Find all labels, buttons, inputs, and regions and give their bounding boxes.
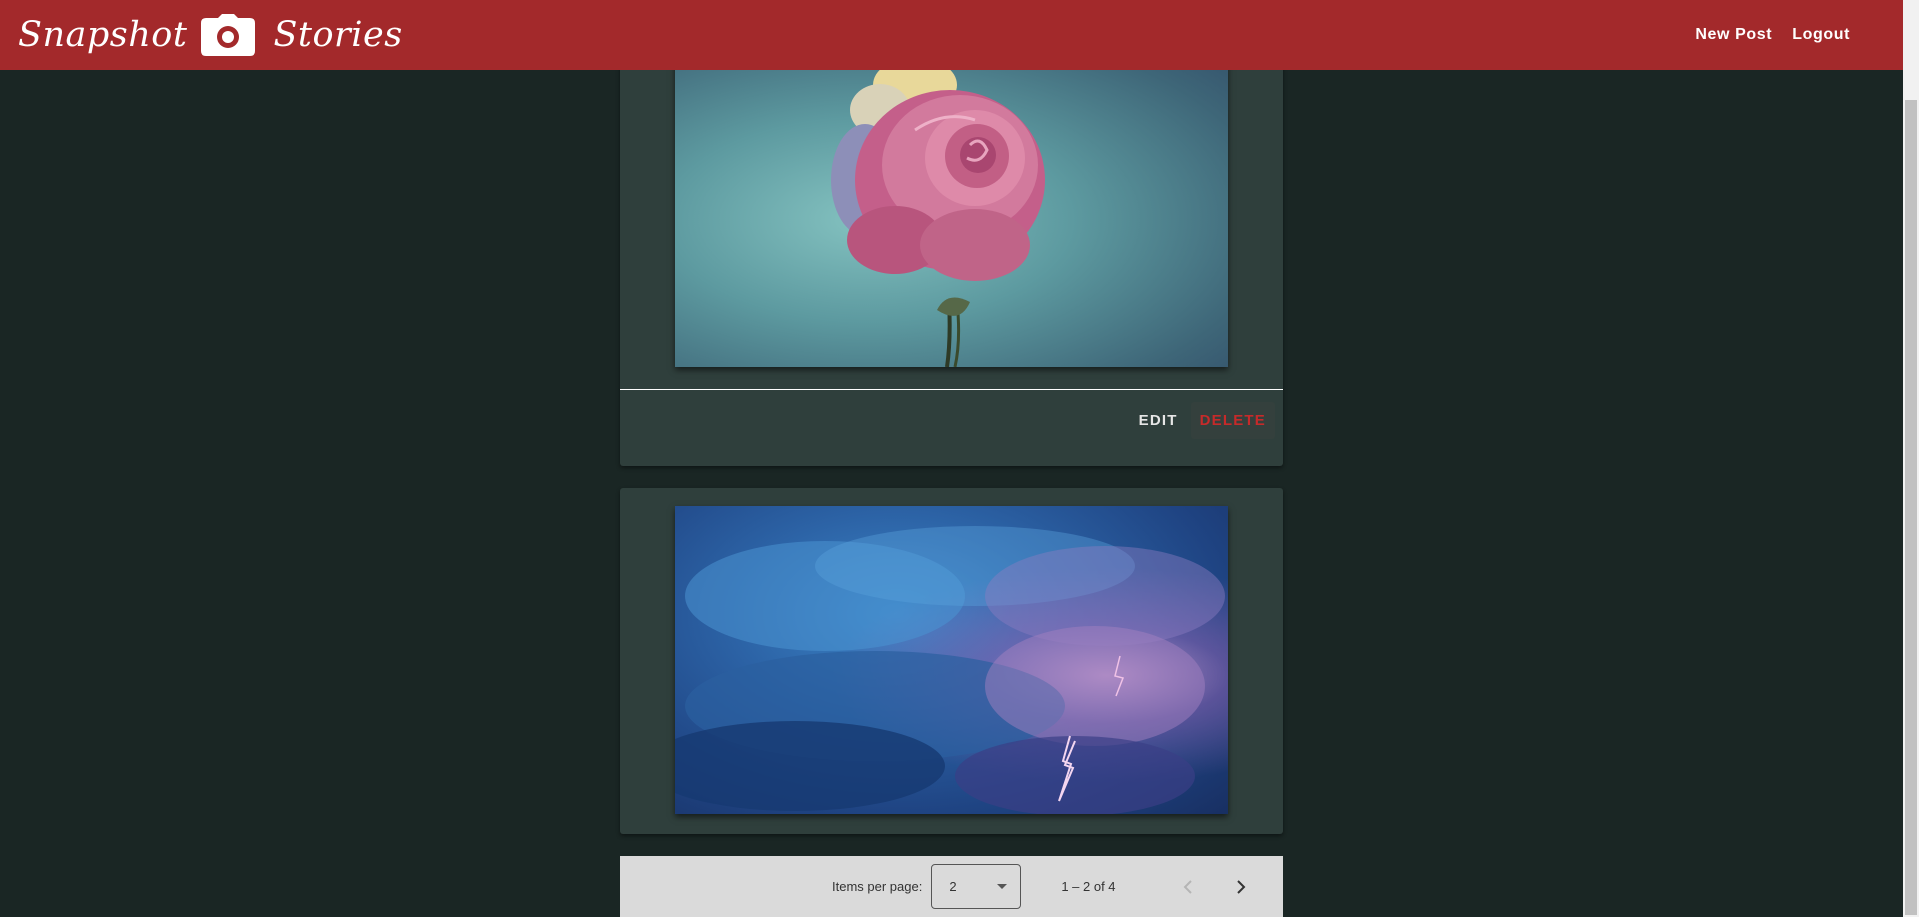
scrollbar-thumb[interactable] [1905,100,1917,915]
post-card: EDIT DELETE [620,30,1283,466]
chevron-left-icon [1183,879,1192,894]
post-card [620,488,1283,834]
caret-down-icon [996,879,1008,894]
post-image-storm [675,506,1228,814]
brand-logo[interactable]: Snapshot Stories [18,14,403,56]
logout-link[interactable]: Logout [1782,18,1860,52]
brand-word-left: Snapshot [18,15,188,55]
next-page-button[interactable] [1221,867,1261,907]
card-divider [620,389,1283,390]
range-label: 1 – 2 of 4 [1061,879,1116,894]
chevron-right-icon [1236,879,1245,894]
brand-word-right: Stories [273,15,403,55]
edit-button[interactable]: EDIT [1130,402,1187,439]
items-per-page-select[interactable]: 2 [931,864,1022,909]
new-post-link[interactable]: New Post [1685,18,1782,52]
items-per-page-label: Items per page: [832,879,923,894]
nav-links: New Post Logout [1685,18,1860,52]
delete-button[interactable]: DELETE [1190,402,1275,439]
post-actions: EDIT DELETE [1130,402,1275,439]
paginator: Items per page: 2 1 – 2 of 4 [620,856,1283,917]
page-scrollbar[interactable] [1903,0,1919,917]
post-image-rose [675,40,1228,367]
items-per-page-value: 2 [949,879,957,894]
page: Snapshot Stories New Post Logout EDIT DE… [0,0,1919,917]
app-toolbar: Snapshot Stories New Post Logout [0,0,1903,70]
previous-page-button[interactable] [1168,867,1208,907]
camera-icon [201,14,256,56]
